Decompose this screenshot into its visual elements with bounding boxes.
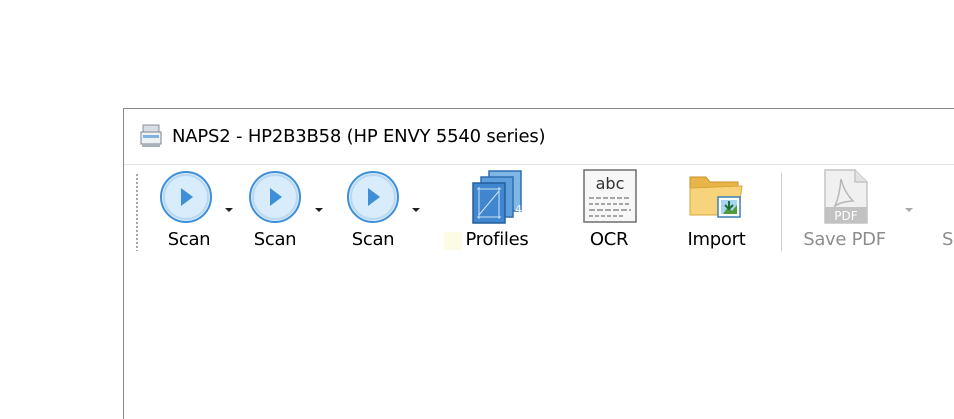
next-toolbar-button-partial[interactable]: S: [942, 165, 954, 259]
main-window: NAPS2 - HP2B3B58 (HP ENVY 5540 series) S…: [123, 108, 954, 419]
thumbnail-area[interactable]: [124, 259, 954, 419]
scan-3-dropdown-arrow[interactable]: [412, 208, 420, 212]
svg-text:PDF: PDF: [834, 209, 857, 223]
toolbar-separator: [781, 173, 782, 251]
play-circle-icon: [345, 169, 401, 229]
svg-text:4: 4: [515, 203, 522, 216]
scan-button-2-label: Scan: [253, 229, 297, 250]
scan-1-dropdown-arrow[interactable]: [225, 208, 233, 212]
scan-button-1-label: Scan: [167, 229, 211, 250]
profiles-icon: 4: [471, 169, 525, 229]
scan-button-3-label: Scan: [351, 229, 395, 250]
window-title: NAPS2 - HP2B3B58 (HP ENVY 5540 series): [172, 126, 546, 147]
profiles-button[interactable]: 4 Profiles: [444, 165, 534, 259]
scan-button-2[interactable]: Scan: [244, 165, 306, 259]
folder-import-icon: [688, 171, 744, 223]
scan-button-1[interactable]: Scan: [154, 165, 224, 259]
toolbar-grip[interactable]: [136, 173, 138, 251]
title-bar[interactable]: NAPS2 - HP2B3B58 (HP ENVY 5540 series): [124, 109, 954, 164]
scanner-icon: [140, 124, 162, 148]
profiles-button-label: Profiles: [465, 229, 529, 250]
next-toolbar-button-label: S: [942, 229, 954, 250]
save-pdf-button[interactable]: PDF Save PDF: [797, 165, 892, 259]
play-circle-icon: [158, 169, 214, 229]
toolbar: Scan Scan Scan 4 Profiles abc OCR Import…: [124, 164, 954, 260]
svg-text:abc: abc: [596, 174, 625, 193]
save-pdf-button-label: Save PDF: [803, 229, 886, 250]
scan-button-3[interactable]: Scan: [342, 165, 404, 259]
ocr-button[interactable]: abc OCR: [569, 165, 649, 259]
scan-2-dropdown-arrow[interactable]: [315, 208, 323, 212]
ocr-document-icon: abc: [583, 169, 637, 227]
import-button[interactable]: Import: [674, 165, 759, 259]
import-button-label: Import: [687, 229, 746, 250]
save-pdf-dropdown-arrow[interactable]: [905, 208, 913, 212]
ocr-button-label: OCR: [589, 229, 629, 250]
play-circle-icon: [247, 169, 303, 229]
pdf-file-icon: PDF: [823, 169, 869, 229]
